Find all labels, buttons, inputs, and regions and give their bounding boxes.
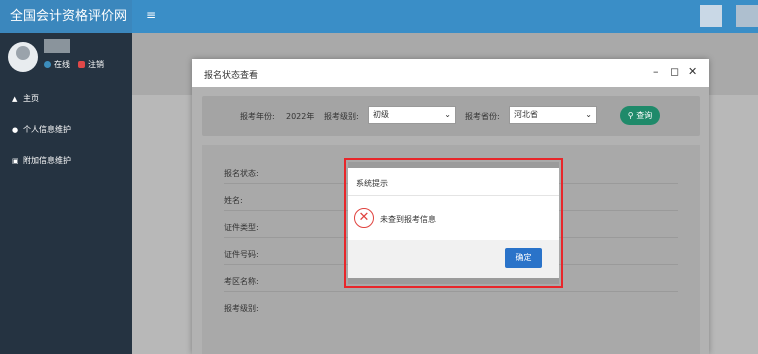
level-select[interactable]: 初级 ⌄	[368, 106, 456, 124]
maximize-icon[interactable]: ◻	[670, 65, 679, 79]
modal-title: 报名状态查看	[204, 71, 259, 81]
search-icon: ⚲	[627, 111, 634, 120]
minimize-icon[interactable]: –	[653, 65, 659, 79]
chevron-down-icon: ⌄	[444, 110, 451, 119]
logout-link[interactable]: 注销	[88, 59, 104, 70]
dialog-message: 未查到报考信息	[380, 215, 436, 224]
error-icon: ✕	[354, 208, 374, 228]
dialog-bottom-bar	[348, 278, 559, 284]
hamburger-icon[interactable]: ≡	[146, 8, 158, 22]
sidebar: 在线 注销 ▲ 主页 ● 个人信息维护 ▣ 附加信息维护	[0, 33, 132, 354]
sidebar-item-label: 主页	[23, 94, 39, 103]
avatar	[8, 42, 38, 72]
province-label: 报考省份:	[465, 112, 500, 121]
year-label: 报考年份:	[240, 112, 275, 121]
user-icon: ●	[12, 125, 19, 134]
field-label: 证件类型:	[224, 223, 259, 232]
divider	[224, 291, 678, 292]
field-label: 姓名:	[224, 196, 243, 205]
chevron-down-icon: ⌄	[585, 110, 592, 119]
sidebar-item-home[interactable]: ▲ 主页	[12, 93, 39, 104]
dialog-footer: 确定	[348, 240, 559, 278]
close-icon[interactable]: ✕	[688, 65, 697, 79]
system-alert-dialog: 系统提示 ✕ 未查到报考信息 确定	[348, 162, 559, 284]
id-card-icon: ▣	[12, 156, 19, 165]
year-value: 2022年	[286, 112, 315, 121]
field-label: 考区名称:	[224, 277, 259, 286]
field-label: 报名状态:	[224, 169, 259, 178]
dialog-top-bar	[348, 162, 559, 168]
user-status: 在线 注销	[44, 59, 104, 70]
user-avatar-top[interactable]	[700, 5, 722, 27]
field-label: 证件号码:	[224, 250, 259, 259]
user-menu-top[interactable]	[736, 5, 758, 27]
query-button[interactable]: ⚲ 查询	[620, 106, 660, 125]
ok-button[interactable]: 确定	[505, 248, 542, 268]
sidebar-item-additional-info[interactable]: ▣ 附加信息维护	[12, 155, 71, 166]
site-brand: 全国会计资格评价网	[0, 0, 132, 33]
sidebar-item-personal-info[interactable]: ● 个人信息维护	[12, 124, 71, 135]
field-label: 报考级别:	[224, 304, 259, 313]
online-dot-icon	[44, 61, 51, 68]
dialog-title: 系统提示	[356, 179, 388, 188]
province-select[interactable]: 河北省 ⌄	[509, 106, 597, 124]
level-label: 报考级别:	[324, 112, 359, 121]
search-panel: 报考年份: 2022年 报考级别: 初级 ⌄ 报考省份: 河北省 ⌄ ⚲ 查询	[202, 96, 700, 136]
home-icon: ▲	[12, 94, 18, 103]
query-button-label: 查询	[636, 111, 653, 120]
username-redacted	[44, 39, 70, 53]
province-select-value: 河北省	[514, 110, 538, 119]
sidebar-item-label: 附加信息维护	[23, 156, 71, 165]
divider	[348, 195, 559, 196]
sidebar-item-label: 个人信息维护	[23, 125, 71, 134]
level-select-value: 初级	[373, 110, 389, 119]
status-online-label: 在线	[54, 60, 70, 69]
logout-icon[interactable]	[78, 61, 85, 68]
